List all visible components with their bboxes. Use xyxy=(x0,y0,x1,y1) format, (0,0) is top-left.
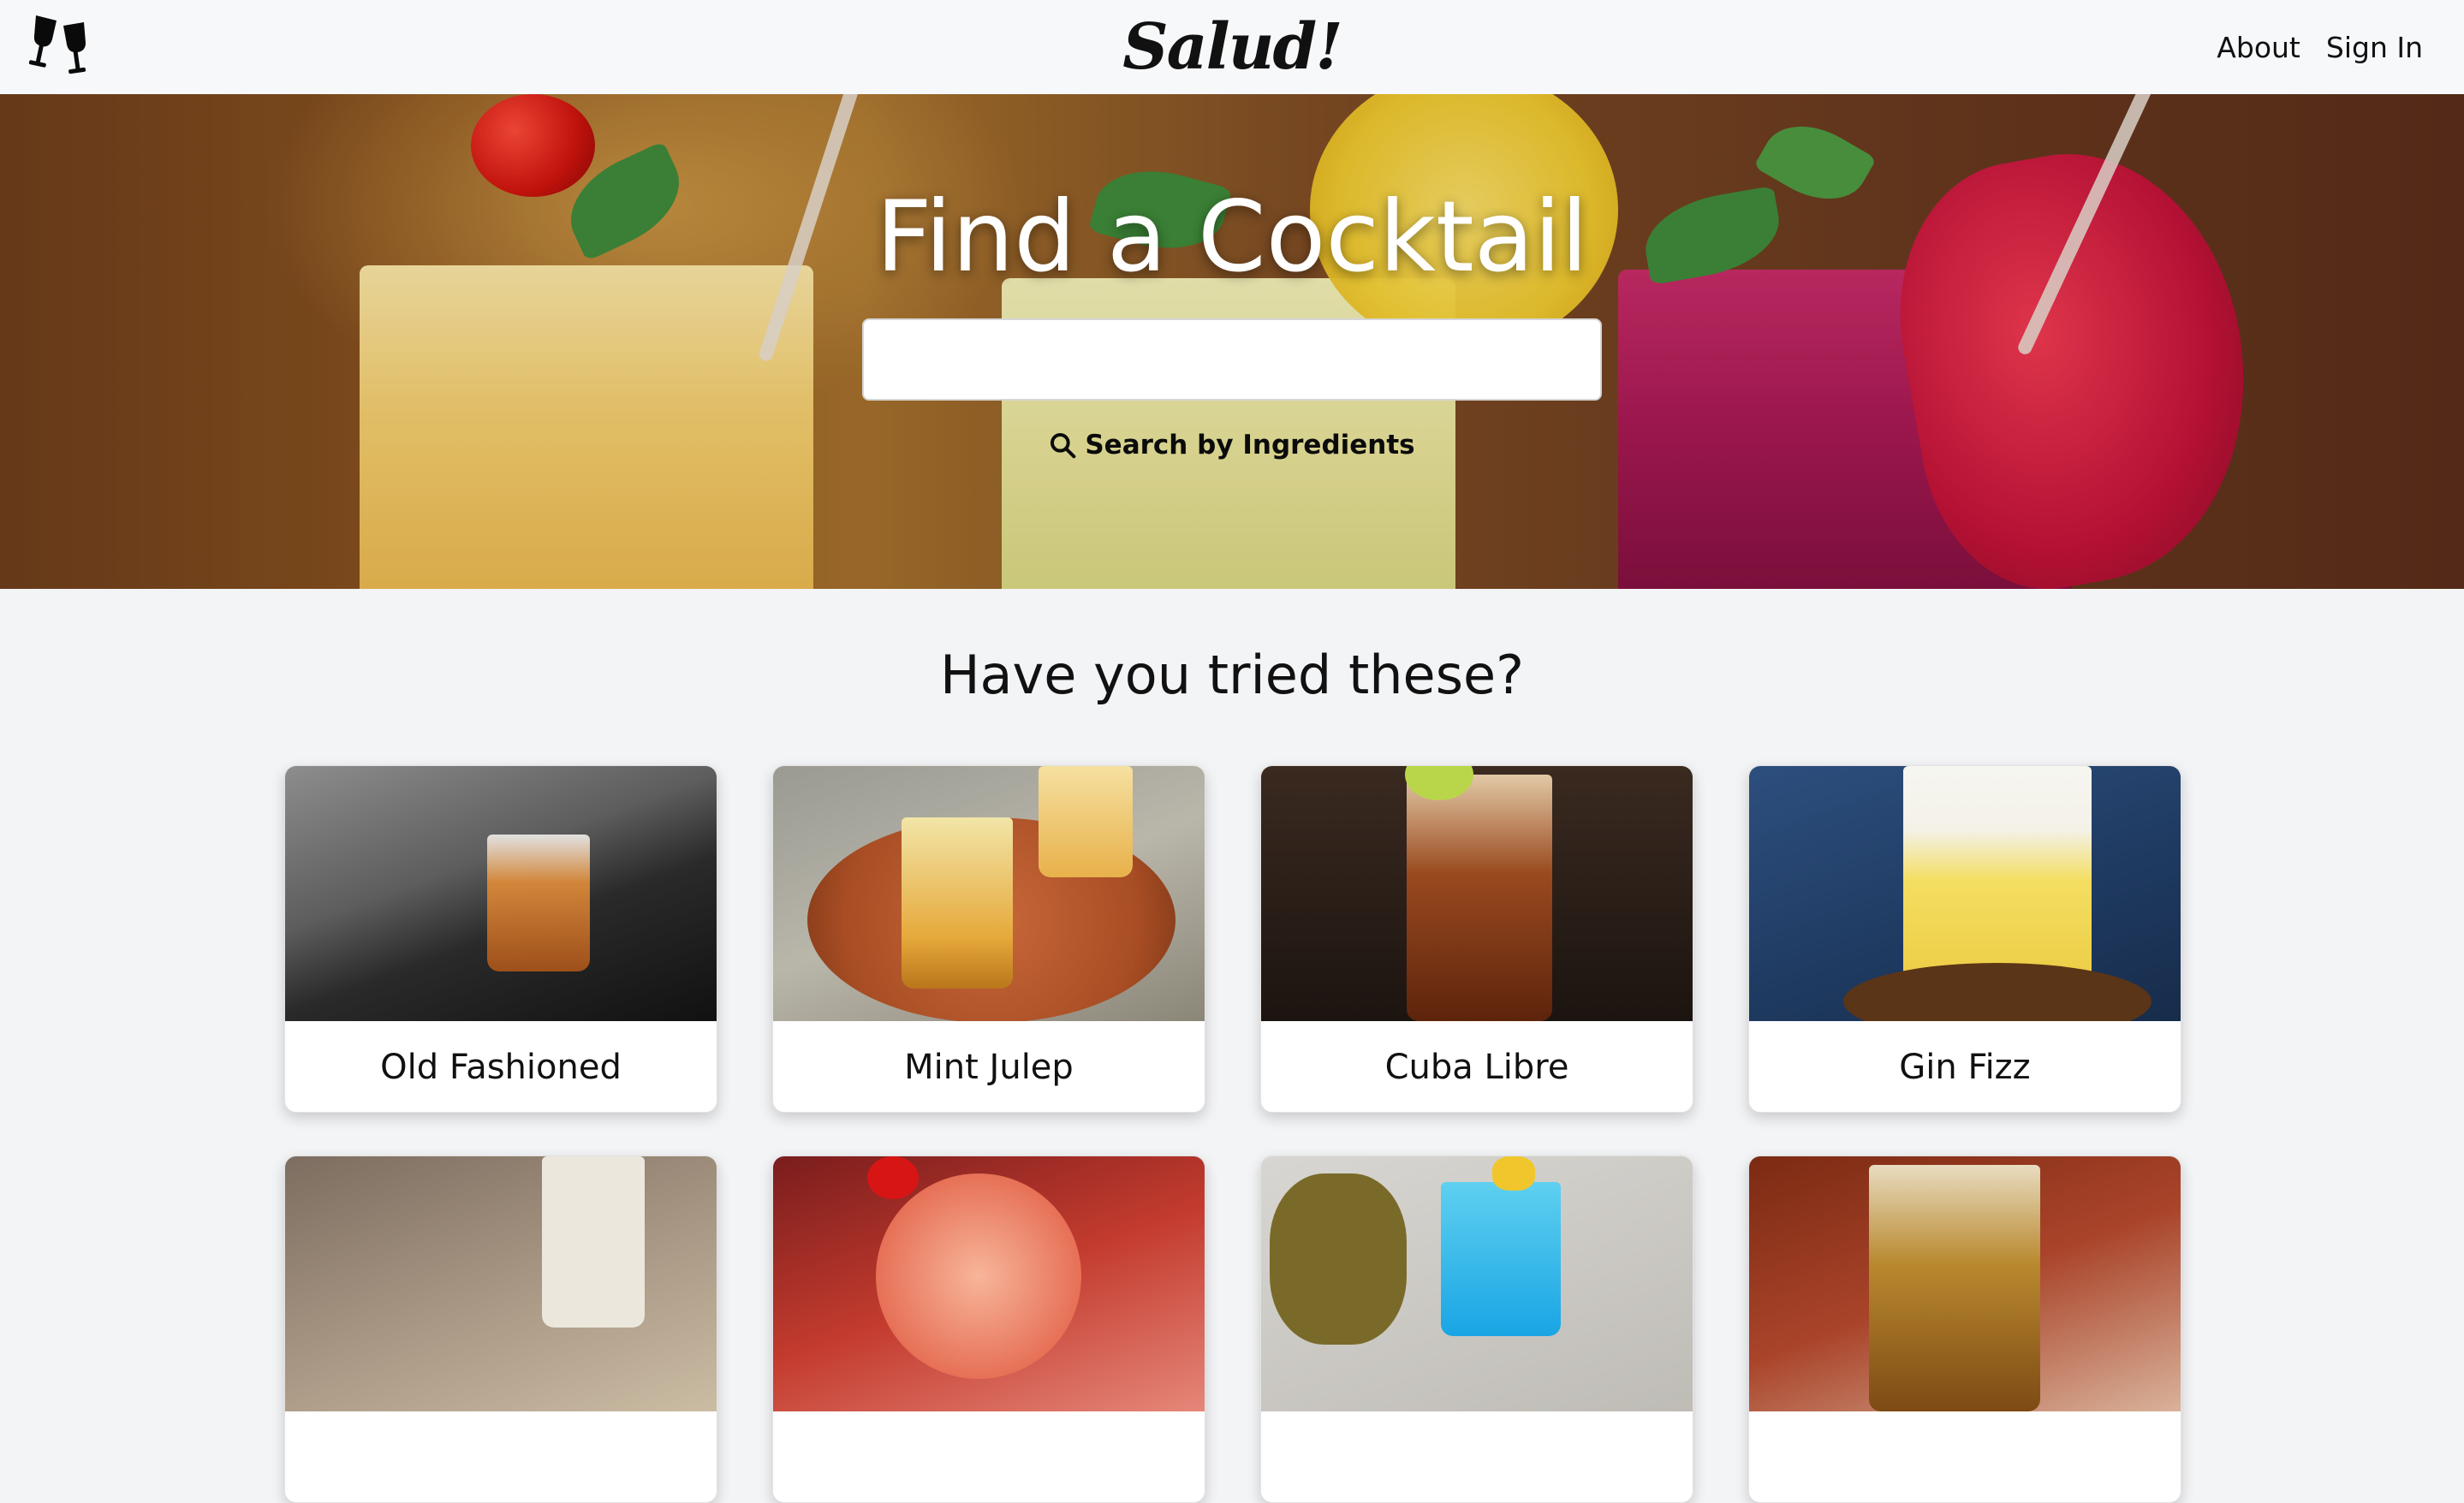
cocktail-card-gin-fizz[interactable]: Gin Fizz xyxy=(1748,765,2181,1113)
cocktail-image xyxy=(285,1156,717,1411)
brand-wordmark: Salud! xyxy=(1122,10,1343,84)
search-by-ingredients-link[interactable]: Search by Ingredients xyxy=(0,430,2464,460)
cocktail-search-input[interactable] xyxy=(862,318,1602,401)
search-icon xyxy=(1050,433,1076,459)
top-navbar: Salud! About Sign In xyxy=(0,0,2464,94)
cocktail-card-5[interactable] xyxy=(284,1155,717,1503)
hero-title: Find a Cocktail xyxy=(876,180,1588,294)
cocktail-image xyxy=(1749,1156,2181,1411)
cocktail-card-8[interactable] xyxy=(1748,1155,2181,1503)
cocktail-name: Cuba Libre xyxy=(1384,1048,1569,1087)
cocktail-name xyxy=(773,1411,1205,1502)
nav-link-sign-in[interactable]: Sign In xyxy=(2326,31,2423,64)
cocktail-name xyxy=(1749,1411,2181,1502)
cocktail-image xyxy=(1261,766,1693,1021)
cocktail-name: Gin Fizz xyxy=(1899,1048,2031,1087)
cocktail-card-7[interactable] xyxy=(1260,1155,1693,1503)
cocktail-name xyxy=(285,1411,717,1502)
cocktail-card-cuba-libre[interactable]: Cuba Libre xyxy=(1260,765,1693,1113)
cocktail-card-6[interactable] xyxy=(772,1155,1205,1503)
cocktail-card-old-fashioned[interactable]: Old Fashioned xyxy=(284,765,717,1113)
cocktail-name: Mint Julep xyxy=(904,1048,1074,1087)
hero-banner: Find a Cocktail Search by Ingredients xyxy=(0,94,2464,589)
cocktail-image xyxy=(773,766,1205,1021)
clinking-glasses-logo-icon[interactable] xyxy=(24,10,101,82)
nav-link-about[interactable]: About xyxy=(2217,31,2300,64)
suggestions-heading: Have you tried these? xyxy=(939,644,1525,706)
search-by-ingredients-label: Search by Ingredients xyxy=(1085,430,1415,460)
cocktail-image xyxy=(285,766,717,1021)
top-nav-links: About Sign In xyxy=(2217,0,2423,94)
cocktail-name xyxy=(1261,1411,1693,1502)
cocktail-name: Old Fashioned xyxy=(380,1048,622,1087)
cocktail-card-grid: Old Fashioned Mint Julep Cuba Libre Gin … xyxy=(284,765,2181,1503)
cocktail-image xyxy=(1261,1156,1693,1411)
cocktail-image xyxy=(1749,766,2181,1021)
cocktail-card-mint-julep[interactable]: Mint Julep xyxy=(772,765,1205,1113)
cocktail-image xyxy=(773,1156,1205,1411)
